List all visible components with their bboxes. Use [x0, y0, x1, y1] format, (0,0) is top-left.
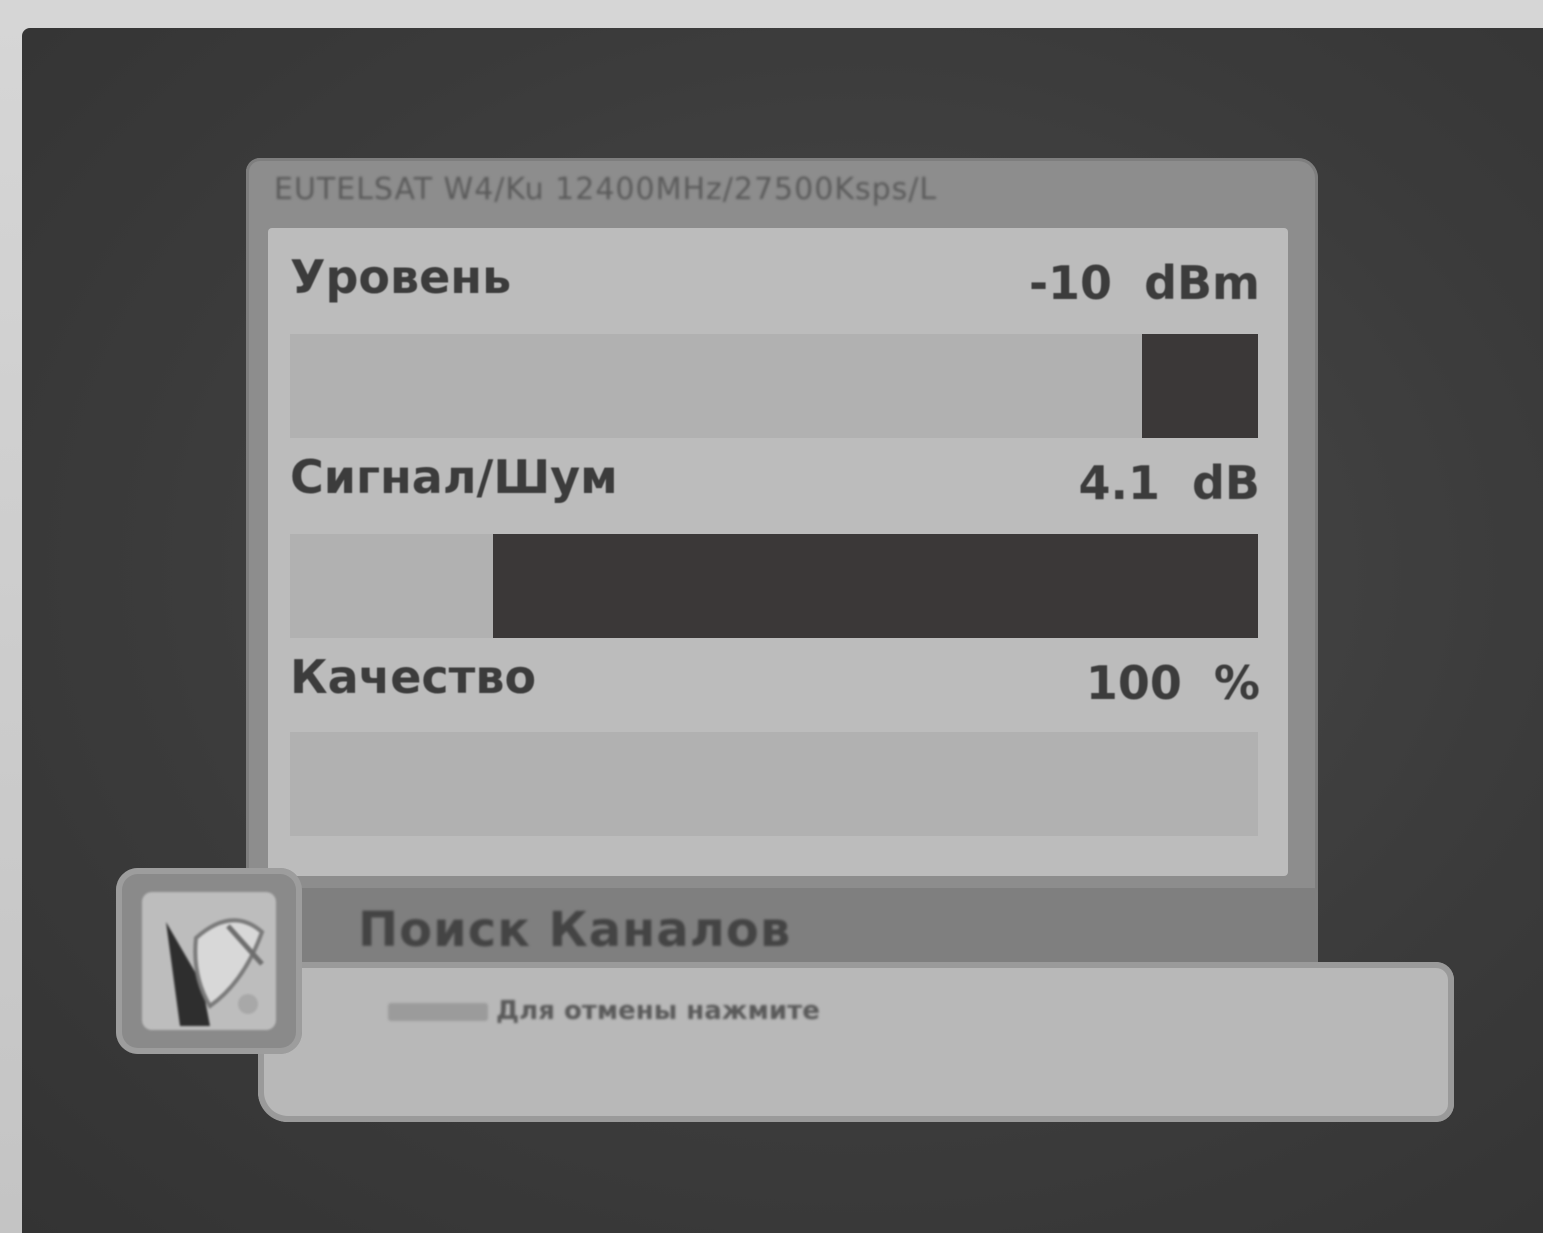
satellite-dish-graphic [142, 892, 276, 1030]
quality-label: Качество [290, 650, 537, 704]
exit-key-icon [388, 1002, 488, 1021]
snr-value: 4.1 dB [1078, 456, 1260, 510]
hint-box: Для отмены нажмите [258, 962, 1454, 1122]
quality-bar [290, 732, 1258, 836]
snr-bar-fill [493, 534, 1258, 638]
level-value: -10 dBm [1028, 256, 1260, 310]
level-bar [290, 334, 1258, 438]
level-bar-fill [1141, 334, 1258, 438]
panel-title: EUTELSAT W4/Ku 12400MHz/27500Ksps/L [274, 172, 938, 207]
satellite-dish-icon [116, 868, 302, 1054]
cancel-hint-text: Для отмены нажмите [496, 996, 820, 1026]
signal-info-panel: EUTELSAT W4/Ku 12400MHz/27500Ksps/L Уров… [246, 158, 1318, 958]
quality-value: 100 % [1085, 656, 1260, 710]
channel-search-title: Поиск Каналов [358, 902, 792, 958]
snr-label: Сигнал/Шум [290, 450, 618, 504]
cancel-hint: Для отмены нажмите [388, 996, 820, 1026]
signal-panel-body: Уровень -10 dBm Сигнал/Шум 4.1 dB Качест… [268, 228, 1288, 876]
snr-bar [290, 534, 1258, 638]
level-label: Уровень [290, 250, 512, 304]
